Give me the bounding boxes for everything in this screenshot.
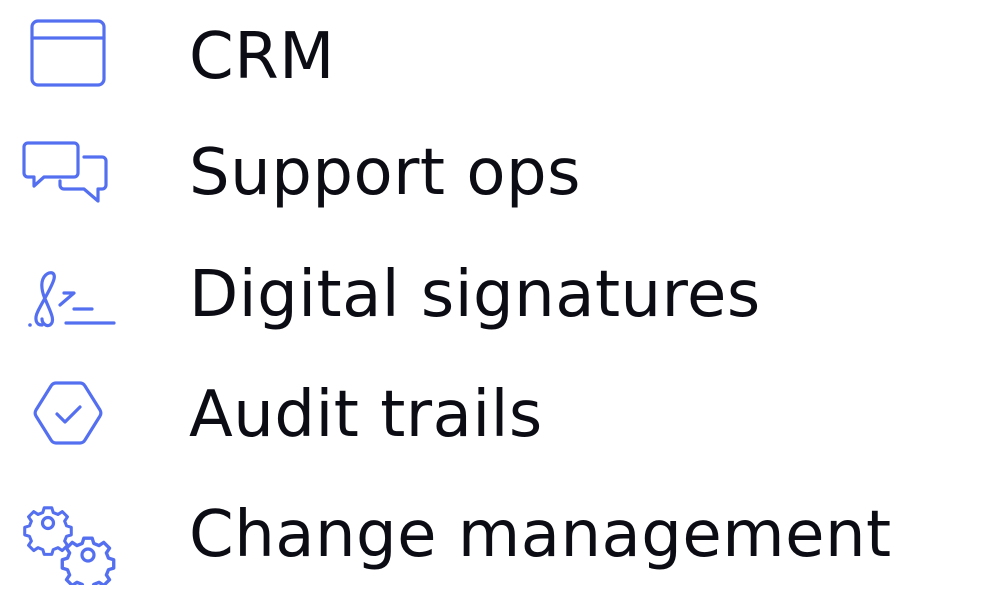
feature-label: Support ops xyxy=(189,136,581,210)
gears-icon xyxy=(18,485,118,585)
browser-window-icon xyxy=(18,7,118,107)
feature-item-change-management: Change management xyxy=(0,480,983,590)
check-badge-icon xyxy=(18,365,118,465)
feature-item-support-ops: Support ops xyxy=(0,118,983,228)
feature-item-audit-trails: Audit trails xyxy=(0,360,983,470)
feature-label: Audit trails xyxy=(189,378,543,452)
signature-icon xyxy=(18,245,118,345)
feature-label: Digital signatures xyxy=(189,258,761,332)
feature-list: CRM Support ops Digital signatures Audit… xyxy=(0,0,983,585)
feature-label: Change management xyxy=(189,498,892,572)
feature-label: CRM xyxy=(189,20,335,94)
feature-item-crm: CRM xyxy=(0,2,983,112)
feature-item-digital-signatures: Digital signatures xyxy=(0,240,983,350)
chat-bubbles-icon xyxy=(18,123,118,223)
